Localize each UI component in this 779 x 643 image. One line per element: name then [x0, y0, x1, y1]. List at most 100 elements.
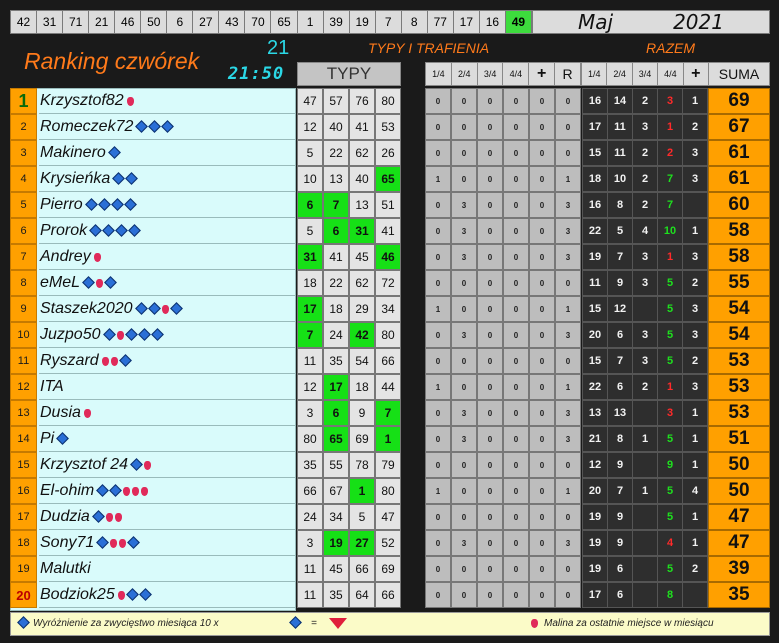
- diamond-icon: [118, 354, 132, 367]
- trafienia-cell: 0: [477, 426, 503, 452]
- razem-cell: 3: [682, 166, 708, 192]
- trafienia-cell: 0: [425, 270, 451, 296]
- diamond-icon: [125, 172, 139, 185]
- player-name-cell: Prorok: [39, 218, 296, 244]
- player-name-cell: eMeL: [39, 270, 296, 296]
- razem-cell: 9: [607, 530, 633, 556]
- typ-cell: 69: [349, 426, 375, 452]
- drawn-number: 46: [114, 10, 142, 34]
- trafienia-cell: 1: [425, 478, 451, 504]
- typ-cell: 34: [323, 504, 349, 530]
- trafienia-cell: 0: [529, 114, 555, 140]
- razem-cell: 13: [582, 400, 608, 426]
- trafienia-cell: 0: [477, 530, 503, 556]
- trafienia-cell: 1: [425, 296, 451, 322]
- typ-cell: 41: [323, 244, 349, 270]
- rank-cell: 9: [10, 296, 37, 322]
- typ-cell: 78: [349, 452, 375, 478]
- typ-hit-cell: 42: [349, 322, 375, 348]
- trafienia-cell: 0: [529, 426, 555, 452]
- diamond-icon: [125, 588, 139, 601]
- player-name-cell: Andrey: [39, 244, 296, 270]
- trafienia-cell: 0: [503, 244, 529, 270]
- typ-cell: 45: [349, 244, 375, 270]
- diamond-icon: [112, 172, 126, 185]
- player-name: ITA: [40, 377, 64, 395]
- trafienia-cell: 3: [555, 322, 581, 348]
- razem-cell: 4: [682, 478, 708, 504]
- razem-cell: [632, 400, 658, 426]
- trafienia-cell: 3: [451, 322, 477, 348]
- trafienia-cell: 0: [503, 530, 529, 556]
- razem-cell: 1: [657, 114, 683, 140]
- razem-cell: 5: [657, 478, 683, 504]
- razem-cell: 5: [657, 348, 683, 374]
- player-name-cell: Romeczek72: [39, 114, 296, 140]
- razem-cell: 19: [582, 504, 608, 530]
- trafienia-cell: 0: [425, 504, 451, 530]
- razem-cell: 16: [582, 192, 608, 218]
- typ-cell: 67: [323, 478, 349, 504]
- typ-cell: 80: [375, 478, 401, 504]
- razem-cell: 20: [582, 478, 608, 504]
- typ-cell: 29: [349, 296, 375, 322]
- raspberry-icon: [96, 279, 104, 288]
- razem-cell: 17: [582, 582, 608, 608]
- gray-cols-header-cell: 2/4: [450, 62, 478, 86]
- suma-cell: 69: [708, 88, 770, 114]
- trafienia-cell: 0: [529, 192, 555, 218]
- typ-cell: 10: [297, 166, 323, 192]
- typ-cell: 11: [297, 556, 323, 582]
- typ-cell: 41: [375, 218, 401, 244]
- trafienia-cell: 0: [503, 88, 529, 114]
- razem-cell: 6: [607, 374, 633, 400]
- player-name: Krzysztof 24: [40, 455, 129, 473]
- trafienia-cell: 0: [451, 504, 477, 530]
- month-name: Maj: [578, 10, 614, 34]
- razem-cell: 1: [682, 504, 708, 530]
- typ-cell: 13: [349, 192, 375, 218]
- razem-cell: 8: [607, 192, 633, 218]
- razem-cell: 9: [657, 452, 683, 478]
- typ-cell: 22: [323, 140, 349, 166]
- razem-cell: 6: [607, 556, 633, 582]
- rank-cell: 19: [10, 556, 37, 582]
- player-name-cell: Dusia: [39, 400, 296, 426]
- typ-cell: 40: [323, 114, 349, 140]
- drawn-number: 21: [88, 10, 116, 34]
- typ-cell: 24: [323, 322, 349, 348]
- suma-cell: 50: [708, 452, 770, 478]
- diamond-icon: [82, 276, 95, 289]
- typ-cell: 34: [375, 296, 401, 322]
- razem-cell: [682, 582, 708, 608]
- typ-hit-cell: 19: [323, 530, 349, 556]
- trafienia-cell: 0: [529, 374, 555, 400]
- razem-cell: 1: [657, 374, 683, 400]
- typ-hit-cell: 65: [375, 166, 401, 192]
- month-year: 2021: [673, 10, 724, 34]
- razem-cell: 5: [657, 322, 683, 348]
- typ-cell: 47: [375, 504, 401, 530]
- trafienia-cell: 3: [555, 218, 581, 244]
- razem-cell: 3: [657, 88, 683, 114]
- razem-cell: 7: [657, 192, 683, 218]
- razem-cell: 7: [607, 244, 633, 270]
- legend-winner-text: Wyróżnienie za zwycięstwo miesiąca 10 x: [33, 618, 219, 629]
- table-row: 8 eMeL 18 22 62 72 0 0 0 0 0 0 11 9 3 5 2 55: [10, 270, 770, 296]
- dark-cols-header-cell: 4/4: [657, 62, 684, 86]
- trafienia-cell: 0: [477, 244, 503, 270]
- typ-cell: 80: [375, 88, 401, 114]
- rank-cell: 2: [10, 114, 37, 140]
- trafienia-cell: 0: [451, 140, 477, 166]
- razem-cell: 11: [607, 114, 633, 140]
- player-name-cell: Dudzia: [39, 504, 296, 530]
- trafienia-cell: 0: [529, 504, 555, 530]
- typ-cell: 66: [375, 582, 401, 608]
- razem-cell: 22: [582, 374, 608, 400]
- typ-cell: 62: [349, 140, 375, 166]
- trafienia-cell: 0: [477, 374, 503, 400]
- razem-cell: [682, 192, 708, 218]
- drawn-number: 70: [244, 10, 272, 34]
- trafienia-cell: 0: [555, 88, 581, 114]
- suma-cell: 47: [708, 530, 770, 556]
